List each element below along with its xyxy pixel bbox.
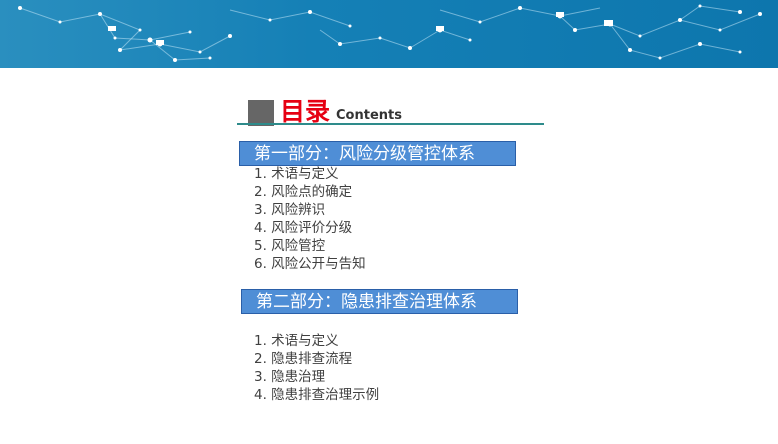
list-item: 3. 隐患治理 xyxy=(254,369,326,385)
list-item: 3. 风险辨识 xyxy=(254,202,326,218)
list-item: 4. 风险评价分级 xyxy=(254,220,353,236)
section-1-heading: 第一部分：风险分级管控体系 xyxy=(239,141,516,166)
list-item: 1. 术语与定义 xyxy=(254,166,339,182)
list-item: 2. 隐患排查流程 xyxy=(254,351,353,367)
title-divider xyxy=(237,123,544,125)
list-item: 4. 隐患排查治理示例 xyxy=(254,387,380,403)
section-2-list: 1. 术语与定义 2. 隐患排查流程 3. 隐患治理 4. 隐患排查治理示例 xyxy=(254,332,379,404)
title-chinese: 目录 xyxy=(280,97,331,126)
section-1-list: 1. 术语与定义 2. 风险点的确定 3. 风险辨识 4. 风险评价分级 5. … xyxy=(254,165,366,273)
network-banner xyxy=(0,0,778,68)
list-item: 5. 风险管控 xyxy=(254,238,326,254)
list-item: 2. 风险点的确定 xyxy=(254,184,353,200)
list-item: 6. 风险公开与告知 xyxy=(254,256,366,272)
network-graphic xyxy=(18,4,762,62)
list-item: 1. 术语与定义 xyxy=(254,333,339,349)
page-title: 目录 Contents xyxy=(248,96,402,126)
section-2-heading: 第二部分：隐患排查治理体系 xyxy=(241,289,518,314)
